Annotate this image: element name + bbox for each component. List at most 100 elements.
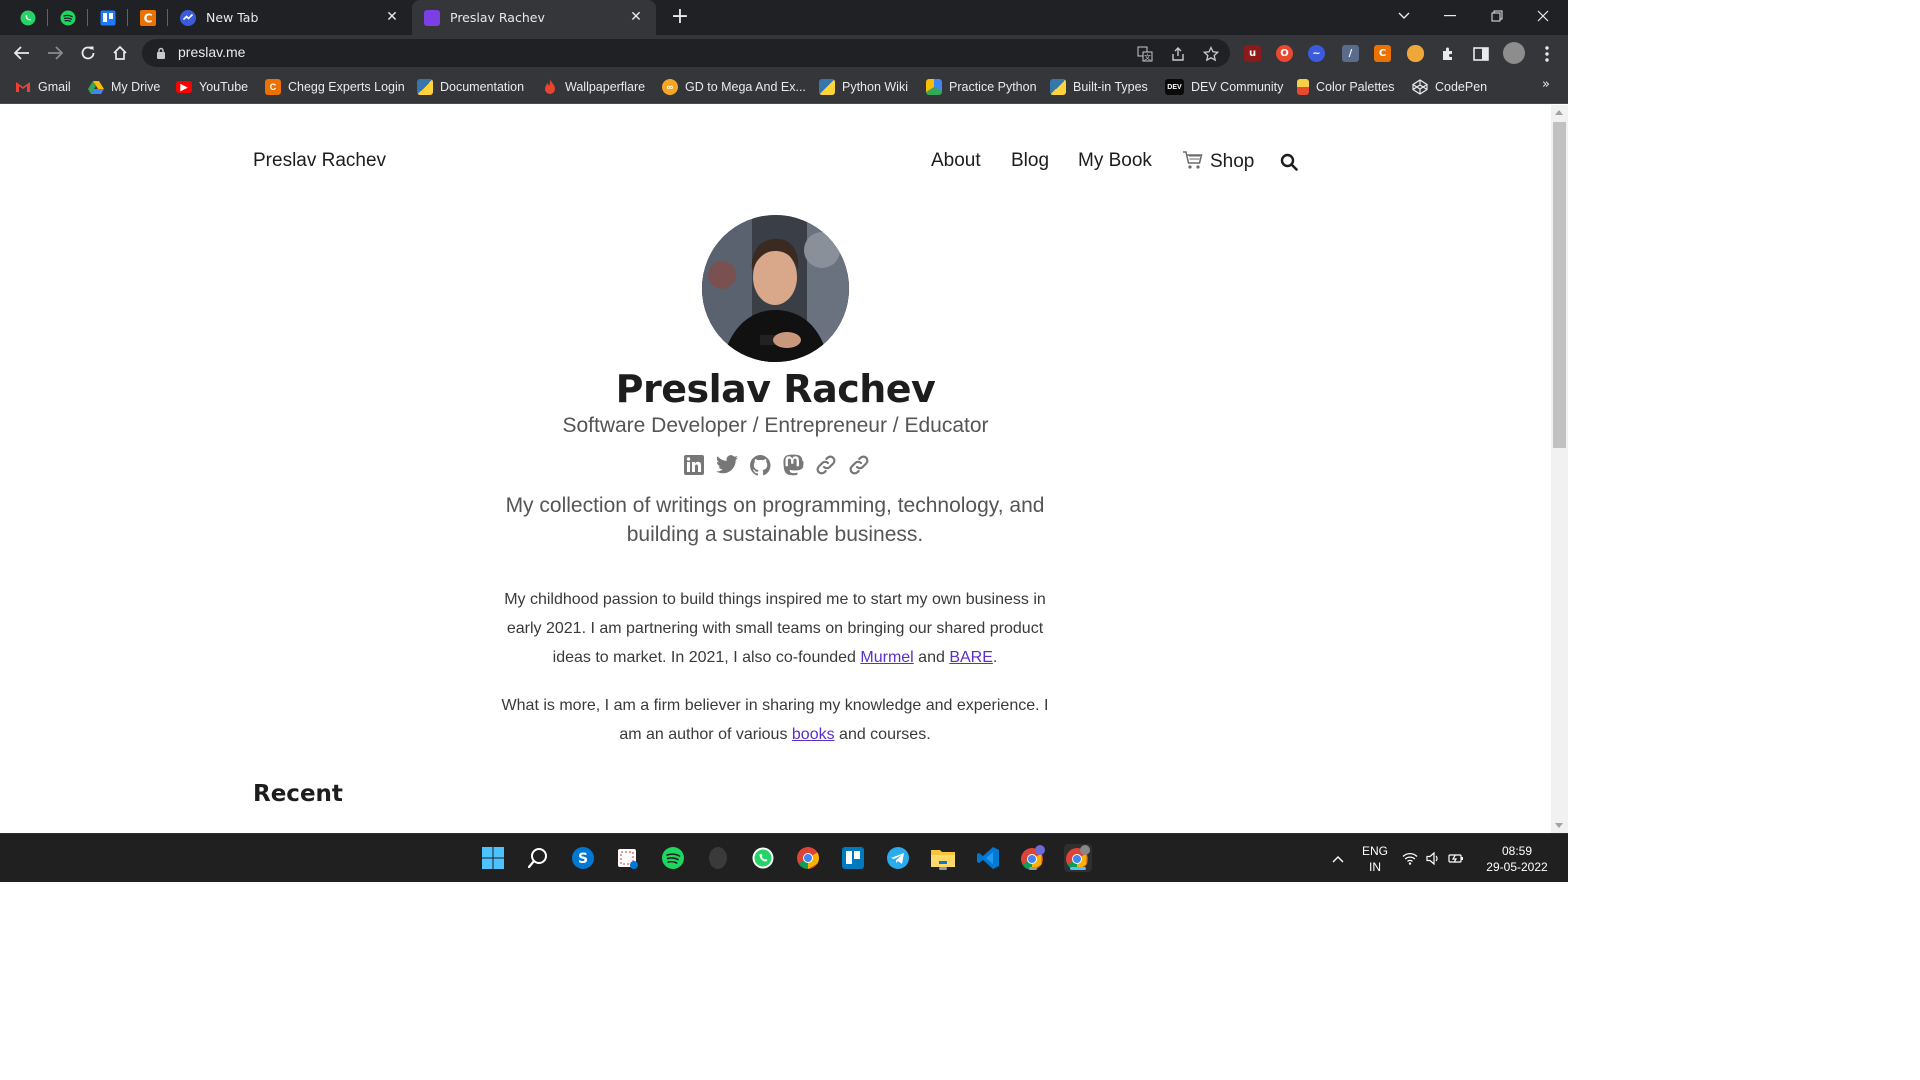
bookmark-gmail[interactable]: Gmail (15, 78, 71, 96)
bookmark-wallpaperflare[interactable]: Wallpaperflare (542, 78, 645, 96)
taskbar-snipping-tool[interactable] (614, 844, 642, 872)
close-tab-icon[interactable]: ✕ (384, 9, 400, 25)
gmail-icon (15, 79, 31, 95)
taskbar-skype[interactable]: S (569, 844, 597, 872)
scroll-up-arrow-icon[interactable] (1555, 110, 1563, 115)
site-tagline: My collection of writings on programming… (505, 494, 1045, 546)
bookmark-built-in-types[interactable]: Built-in Types (1050, 78, 1148, 96)
productivity-extension-icon[interactable]: ~ (1308, 45, 1325, 62)
wifi-icon (1402, 852, 1418, 865)
region-code: IN (1369, 859, 1381, 874)
close-window-button[interactable] (1520, 0, 1566, 32)
taskbar-trello[interactable] (839, 844, 867, 872)
arrow-left-icon (14, 46, 29, 60)
search-button[interactable] (1280, 153, 1298, 175)
linkedin-icon[interactable] (682, 453, 706, 477)
bookmark-color-palettes[interactable]: Color Palettes (1297, 78, 1395, 96)
clock[interactable]: 08:59 29-05-2022 (1474, 834, 1560, 883)
gd-icon: ∞ (662, 79, 678, 95)
share-icon[interactable] (1169, 45, 1187, 63)
link-icon[interactable] (847, 453, 871, 477)
nav-my-book[interactable]: My Book (1078, 150, 1152, 172)
ublock-icon[interactable]: u (1244, 45, 1261, 62)
bookmark-codepen[interactable]: CodePen (1412, 78, 1487, 96)
pinned-tab-trello[interactable] (95, 5, 121, 30)
pinned-tab-spotify[interactable] (55, 5, 81, 30)
youtube-icon: ▶ (176, 81, 192, 93)
forward-button[interactable] (40, 38, 70, 68)
bookmark-documentation[interactable]: Documentation (417, 78, 524, 96)
opera-extension-icon[interactable]: O (1276, 45, 1293, 62)
site-brand-link[interactable]: Preslav Rachev (253, 150, 386, 172)
bookmark-gd-to-mega[interactable]: ∞ GD to Mega And Ex... (662, 78, 806, 96)
pinned-tab-chegg[interactable]: C (135, 5, 161, 30)
taskbar-chrome-profile[interactable] (1019, 844, 1047, 872)
quick-settings[interactable] (1402, 834, 1464, 883)
windows-logo-icon (482, 847, 504, 869)
side-panel-icon[interactable] (1472, 45, 1489, 62)
minimize-button[interactable] (1427, 0, 1473, 32)
murmel-link[interactable]: Murmel (860, 649, 913, 666)
bookmark-python-wiki[interactable]: Python Wiki (819, 78, 908, 96)
restore-button[interactable] (1474, 0, 1520, 32)
tray-overflow-button[interactable] (1328, 834, 1348, 883)
close-tab-icon[interactable]: ✕ (628, 9, 644, 25)
back-button[interactable] (7, 38, 37, 68)
menu-kebab-icon[interactable] (1538, 45, 1555, 62)
lock-icon[interactable] (156, 47, 166, 59)
language-indicator[interactable]: ENG IN (1355, 834, 1395, 883)
home-button[interactable] (105, 38, 135, 68)
taskbar-telegram[interactable] (884, 844, 912, 872)
taskbar-whatsapp[interactable] (749, 844, 777, 872)
twitter-icon[interactable] (715, 453, 739, 477)
taskbar-chrome[interactable] (794, 844, 822, 872)
drive-icon (88, 79, 104, 95)
bookmark-dev-community[interactable]: DEV DEV Community (1165, 78, 1283, 96)
language-code: ENG (1361, 843, 1388, 858)
profile-avatar[interactable] (1503, 42, 1525, 64)
link-icon[interactable] (814, 453, 838, 477)
bookmark-chegg-experts-login[interactable]: C Chegg Experts Login (265, 78, 405, 96)
nav-shop[interactable]: Shop (1182, 150, 1254, 173)
pinned-tab-whatsapp[interactable] (15, 5, 41, 30)
bookmark-youtube[interactable]: ▶ YouTube (176, 78, 248, 96)
puzzle-icon[interactable] (1439, 45, 1456, 62)
close-icon (1537, 10, 1549, 22)
honey-extension-icon[interactable] (1407, 45, 1424, 62)
taskbar-vscode[interactable] (974, 844, 1002, 872)
home-icon (113, 45, 127, 60)
tab-preslav-rachev[interactable]: Preslav Rachev ✕ (412, 0, 656, 35)
bookmark-my-drive[interactable]: My Drive (88, 78, 160, 96)
translate-icon[interactable]: 文 (1136, 45, 1154, 63)
address-bar[interactable]: preslav.me 文 (142, 39, 1230, 67)
search-icon (1280, 153, 1298, 171)
bookmark-practice-python[interactable]: Practice Python (926, 78, 1037, 96)
taskbar-search-button[interactable] (524, 844, 552, 872)
social-links (682, 453, 871, 477)
taskbar-file-explorer[interactable] (929, 844, 957, 872)
nav-about[interactable]: About (931, 150, 981, 172)
chegg-extension-icon[interactable]: C (1374, 45, 1391, 62)
url-text[interactable]: preslav.me (178, 44, 245, 60)
taskbar-chrome-active[interactable] (1064, 844, 1092, 872)
github-icon[interactable] (748, 453, 772, 477)
svg-text:文: 文 (1144, 53, 1151, 62)
books-link[interactable]: books (792, 726, 835, 743)
more-bookmarks-button[interactable]: » (1542, 77, 1550, 92)
bookmark-label: Color Palettes (1316, 80, 1395, 94)
page-scrollbar[interactable] (1551, 105, 1568, 833)
reload-button[interactable] (73, 38, 103, 68)
bookmark-star-icon[interactable] (1202, 45, 1220, 63)
start-button[interactable] (479, 844, 507, 872)
bare-link[interactable]: BARE (949, 649, 993, 666)
new-tab-button[interactable]: + (668, 4, 692, 30)
taskbar-alienware[interactable] (704, 844, 732, 872)
mastodon-icon[interactable] (781, 453, 805, 477)
scroll-down-arrow-icon[interactable] (1555, 823, 1563, 828)
nav-blog[interactable]: Blog (1011, 150, 1049, 172)
taskbar-spotify[interactable] (659, 844, 687, 872)
tab-search-button[interactable] (1381, 0, 1427, 32)
scrollbar-thumb[interactable] (1553, 122, 1566, 448)
tab-new-tab[interactable]: New Tab ✕ (168, 0, 412, 35)
extension-icon[interactable]: / (1342, 45, 1359, 62)
